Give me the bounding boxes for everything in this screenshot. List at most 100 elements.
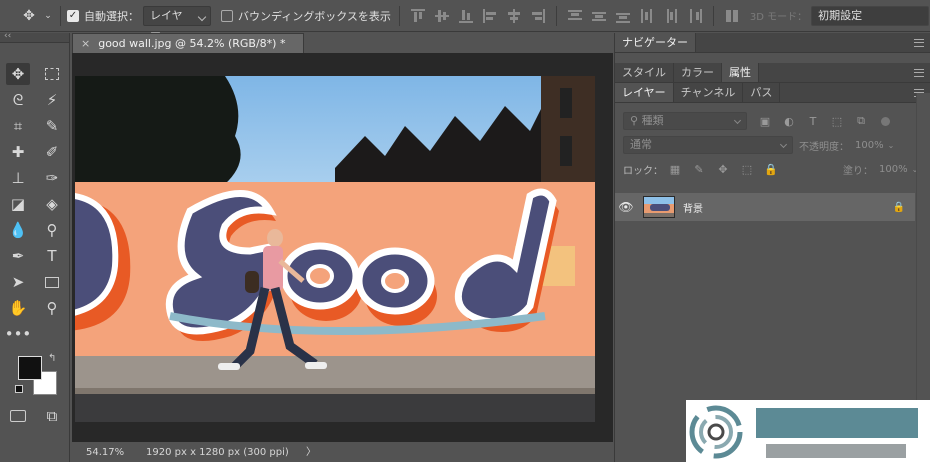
distribute-vcenter-icon[interactable] (591, 9, 606, 23)
distribute-bottom-icon[interactable] (615, 9, 630, 23)
fill-value[interactable]: 100% (879, 164, 908, 175)
status-menu-arrow[interactable]: 〉 (306, 444, 316, 462)
adjustment-filter-icon[interactable]: ◐ (783, 115, 795, 128)
hand-tool-icon[interactable]: ✋ (6, 297, 30, 319)
healing-brush-tool-icon[interactable]: ✚ (6, 141, 30, 163)
lock-all-icon[interactable]: 🔒 (764, 163, 778, 176)
brush-tool-icon[interactable]: ✐ (40, 141, 64, 163)
opacity-chevron-icon[interactable]: ⌄ (888, 141, 895, 150)
align-vcenter-icon[interactable] (434, 9, 449, 23)
tab-styles[interactable]: スタイル (615, 63, 674, 82)
align-bottom-icon[interactable] (458, 9, 473, 23)
auto-select-checkbox[interactable]: ✓ (67, 9, 79, 22)
dodge-tool-icon[interactable]: ⚲ (40, 219, 64, 241)
document-tab[interactable]: × good wall.jpg @ 54.2% (RGB/8*) * (72, 33, 304, 53)
layers-panel: ⚲ 種類 ▣ ◐ T ⬚ ⧉ 通常 不透明度： 100% ⌄ ロック： ▦ ✎ … (615, 103, 930, 187)
zoom-tool-icon[interactable]: ⚲ (40, 297, 64, 319)
lock-image-icon[interactable]: ✎ (693, 163, 705, 176)
auto-select-dropdown[interactable]: レイヤー (143, 5, 211, 40)
layer-lock-icon[interactable]: 🔒 (893, 202, 905, 213)
lasso-tool-icon[interactable]: ᘓ (6, 89, 30, 111)
layer-row[interactable]: 👁 背景 🔒 (615, 193, 915, 221)
align-left-icon[interactable] (482, 8, 497, 23)
zoom-level[interactable]: 54.17% (86, 444, 124, 462)
lock-transparent-icon[interactable]: ▦ (669, 163, 681, 176)
quick-mask-icon[interactable] (6, 405, 30, 427)
fill-label: 塗り： (843, 165, 873, 177)
tab-channels[interactable]: チャンネル (674, 83, 744, 102)
eyedropper-tool-icon[interactable]: ✎ (40, 115, 64, 137)
tab-layers[interactable]: レイヤー (615, 83, 674, 102)
crop-tool-icon[interactable]: ⌗ (6, 115, 30, 137)
eraser-tool-icon[interactable]: ◪ (6, 193, 30, 215)
opacity-value[interactable]: 100% (855, 140, 884, 151)
document-image[interactable] (75, 76, 595, 422)
tool-preset-chevron-icon[interactable]: ⌄ (42, 7, 54, 25)
divider (555, 5, 557, 26)
more-tools-icon[interactable]: ••• (5, 323, 32, 345)
pen-tool-icon[interactable]: ✒ (6, 245, 30, 267)
marquee-tool-icon[interactable] (40, 63, 64, 85)
foreground-color-swatch[interactable] (18, 356, 42, 380)
type-tool-icon[interactable]: T (40, 245, 64, 267)
document-dimensions: 1920 px x 1280 px (300 ppi) (146, 447, 289, 458)
close-tab-icon[interactable]: × (81, 37, 90, 50)
bounding-box-checkbox[interactable] (221, 9, 233, 22)
tab-properties[interactable]: 属性 (722, 63, 759, 82)
lock-artboard-icon[interactable]: ⬚ (741, 163, 753, 176)
blend-mode-dropdown[interactable]: 通常 (623, 136, 793, 154)
status-bar: 54.17% 1920 px x 1280 px (300 ppi) 〉 (72, 444, 613, 462)
clone-stamp-tool-icon[interactable]: ⊥ (6, 167, 30, 189)
blend-row: 通常 不透明度： 100% ⌄ (623, 133, 922, 157)
layers-panel-tabs: レイヤー チャンネル パス (615, 83, 930, 103)
layer-filter-row: ⚲ 種類 ▣ ◐ T ⬚ ⧉ (623, 109, 922, 133)
move-tool-icon[interactable]: ✥ (6, 63, 30, 85)
pixel-filter-icon[interactable]: ▣ (759, 115, 771, 128)
blur-tool-icon[interactable]: 💧 (6, 219, 30, 241)
tools-panel-grip[interactable]: ‹‹ (0, 31, 69, 43)
tools-panel: ‹‹ ✥ ᘓ ⚡ ⌗ ✎ ✚ ✐ ⊥ ✑ ◪ ◈ 💧 ⚲ ✒ T ➤ ✋ ⚲ •… (0, 31, 70, 462)
options-bar: ✥ ⌄ ✓ 自動選択： レイヤー バウンディングボックスを表示 3D モード： … (0, 0, 930, 40)
bounding-box-label: バウンディングボックスを表示 (238, 9, 391, 23)
filter-toggle-icon[interactable] (881, 116, 890, 126)
path-selection-tool-icon[interactable]: ➤ (6, 271, 30, 293)
tab-navigator[interactable]: ナビゲーター (615, 33, 696, 52)
layer-thumbnail (643, 196, 675, 218)
visibility-eye-icon[interactable]: 👁 (615, 200, 637, 214)
swap-colors-icon[interactable]: ↰ (48, 353, 56, 364)
default-colors-icon[interactable] (15, 385, 23, 393)
distribute-right-icon[interactable] (688, 8, 702, 23)
screen-mode-icon[interactable]: ⧉ (40, 405, 64, 427)
watermark-graphic (689, 405, 918, 459)
lock-label: ロック： (623, 165, 663, 177)
lock-row: ロック： ▦ ✎ ✥ ⬚ 🔒 塗り： 100% ⌄ (623, 157, 922, 181)
lock-position-icon[interactable]: ✥ (717, 163, 729, 176)
rectangle-tool-icon[interactable] (40, 271, 64, 293)
auto-align-icon[interactable] (725, 9, 739, 23)
magic-wand-tool-icon[interactable]: ⚡ (40, 89, 64, 111)
tab-paths[interactable]: パス (743, 83, 781, 102)
panel-menu-icon[interactable] (914, 69, 924, 77)
paint-bucket-tool-icon[interactable]: ◈ (40, 193, 64, 215)
layer-filter-dropdown[interactable]: ⚲ 種類 (623, 112, 747, 130)
history-brush-tool-icon[interactable]: ✑ (40, 167, 64, 189)
shape-filter-icon[interactable]: ⬚ (831, 115, 843, 128)
distribute-left-icon[interactable] (640, 8, 654, 23)
tab-color[interactable]: カラー (674, 63, 722, 82)
watermark-logo (686, 400, 930, 462)
layer-name[interactable]: 背景 (683, 200, 703, 215)
align-top-icon[interactable] (410, 8, 425, 23)
divider (60, 5, 61, 26)
distribute-hcenter-icon[interactable] (664, 8, 678, 23)
canvas-area[interactable] (72, 53, 613, 442)
distribute-top-icon[interactable] (567, 9, 582, 23)
align-right-icon[interactable] (531, 8, 545, 23)
align-hcenter-icon[interactable] (507, 8, 521, 23)
photo-good-wall (75, 76, 595, 422)
type-filter-icon[interactable]: T (807, 115, 819, 128)
smart-object-filter-icon[interactable]: ⧉ (855, 114, 867, 127)
styles-panel-tabs: スタイル カラー 属性 (615, 63, 930, 83)
move-tool-icon[interactable]: ✥ (20, 7, 38, 25)
workspace-dropdown[interactable]: 初期設定 (811, 5, 930, 26)
panel-menu-icon[interactable] (914, 39, 924, 47)
